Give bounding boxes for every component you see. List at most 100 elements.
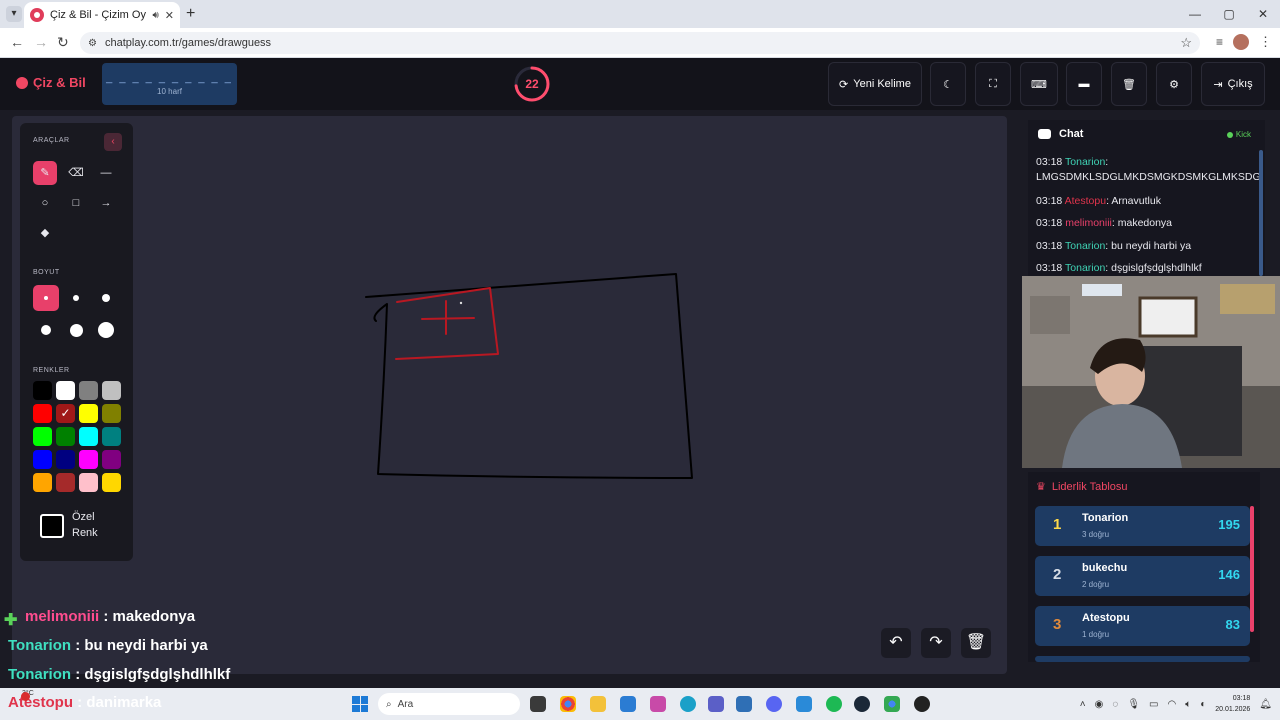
size-option-5[interactable] — [63, 317, 89, 343]
size-option-6[interactable] — [93, 317, 119, 343]
url-text[interactable]: chatplay.com.tr/games/drawguess — [105, 37, 1172, 49]
discord-icon[interactable] — [766, 696, 782, 712]
custom-color-label-2: Renk — [72, 527, 98, 539]
forward-button[interactable]: → — [34, 34, 48, 50]
color-swatch[interactable] — [56, 427, 75, 446]
steam-icon[interactable] — [854, 696, 870, 712]
settings-button[interactable]: ⚙ — [1156, 62, 1192, 106]
reading-list-icon[interactable]: ≡ — [1216, 35, 1223, 49]
size-dot — [41, 325, 51, 335]
volume-icon[interactable]: 🔈︎ — [1185, 699, 1191, 710]
tools-section-title: ARAÇLAR — [33, 137, 70, 144]
tab-close-icon[interactable]: ✕ — [165, 9, 174, 22]
color-swatch[interactable] — [79, 473, 98, 492]
undo-button[interactable]: ↶ — [881, 628, 911, 658]
color-swatch[interactable] — [79, 450, 98, 469]
maximize-button[interactable]: ▢ — [1212, 0, 1246, 28]
color-swatch[interactable] — [102, 473, 121, 492]
site-info-icon[interactable]: ⚙ — [88, 38, 97, 49]
arrow-tool[interactable]: → — [94, 191, 118, 215]
color-swatch[interactable] — [33, 473, 52, 492]
spotify-icon[interactable] — [826, 696, 842, 712]
chrome-icon[interactable] — [560, 696, 576, 712]
color-swatch[interactable] — [102, 404, 121, 423]
color-swatch[interactable] — [33, 427, 52, 446]
size-dot — [73, 295, 79, 301]
leaderboard-scrollbar[interactable] — [1250, 506, 1254, 632]
chevron-up-icon[interactable]: ˄ — [1080, 699, 1086, 710]
tray-app-icon-2[interactable]: ◌ — [1112, 699, 1118, 710]
drawing-canvas[interactable] — [12, 116, 1007, 674]
archive-button[interactable]: ▬ — [1066, 62, 1102, 106]
fill-tool[interactable]: ◆ — [33, 221, 57, 245]
notifications-icon[interactable]: 🔔︎ — [1259, 699, 1272, 710]
chat-scrollbar[interactable] — [1259, 150, 1263, 276]
tab-list-button[interactable]: ▾ — [6, 6, 22, 22]
task-view-icon[interactable] — [530, 696, 546, 712]
browser-menu-icon[interactable]: ⋮ — [1259, 34, 1272, 50]
microphone-icon[interactable]: 🎙︎ — [1127, 699, 1140, 710]
circle-tool[interactable]: ○ — [33, 191, 57, 215]
size-option-3[interactable] — [93, 285, 119, 311]
bookmark-star-icon[interactable]: ☆ — [1180, 35, 1192, 51]
color-swatch[interactable] — [33, 450, 52, 469]
exit-button[interactable]: ⇥ Çıkış — [1201, 62, 1265, 106]
start-button[interactable] — [352, 696, 368, 712]
profile-avatar[interactable] — [1233, 34, 1249, 50]
teams-icon[interactable] — [708, 696, 724, 712]
color-swatch[interactable]: ✓ — [56, 404, 75, 423]
canvas-clear-button[interactable]: 🗑︎ — [961, 628, 991, 658]
clock[interactable]: 03:18 20.01.2026 — [1215, 693, 1250, 715]
color-swatch[interactable] — [56, 450, 75, 469]
monitor-icon[interactable] — [796, 696, 812, 712]
reload-button[interactable]: ↻ — [57, 34, 69, 51]
rectangle-tool[interactable]: □ — [64, 191, 88, 215]
color-swatch[interactable] — [102, 450, 121, 469]
colors-section-title: RENKLER — [33, 367, 70, 374]
browser-tab[interactable]: Çiz & Bil - Çizim Oyunu 🔊︎ ✕ — [24, 2, 180, 28]
color-swatch[interactable] — [79, 427, 98, 446]
window-close-button[interactable]: ✕ — [1246, 0, 1280, 28]
eraser-tool[interactable]: ⌫ — [64, 161, 88, 185]
color-swatch[interactable] — [79, 381, 98, 400]
color-swatch[interactable] — [33, 404, 52, 423]
new-word-button[interactable]: ⟳ Yeni Kelime — [828, 62, 922, 106]
new-tab-button[interactable]: + — [186, 5, 195, 23]
redo-button[interactable]: ↷ — [921, 628, 951, 658]
brush-tool[interactable]: ✎ — [33, 161, 57, 185]
custom-color-swatch[interactable] — [40, 514, 64, 538]
app-icon[interactable] — [736, 696, 752, 712]
color-swatch[interactable] — [56, 473, 75, 492]
omnibox[interactable]: ⚙ chatplay.com.tr/games/drawguess ☆ — [80, 32, 1200, 54]
color-swatch[interactable] — [56, 381, 75, 400]
back-button[interactable]: ← — [10, 34, 24, 50]
line-tool[interactable]: — — [94, 161, 118, 185]
collapse-panel-button[interactable]: ‹ — [104, 133, 122, 151]
color-swatch[interactable] — [102, 381, 121, 400]
keyboard-button[interactable]: ⌨ — [1020, 62, 1058, 106]
chrome-active-icon[interactable] — [884, 696, 900, 712]
edge-icon[interactable] — [680, 696, 696, 712]
copilot-icon[interactable] — [650, 696, 666, 712]
color-swatch[interactable] — [79, 404, 98, 423]
battery-icon[interactable]: ▭ — [1149, 699, 1158, 710]
brush-icon: ✎ — [40, 167, 50, 179]
taskbar-search[interactable]: ⌕ Ara — [378, 693, 520, 715]
size-option-1[interactable] — [33, 285, 59, 311]
speaker-icon[interactable]: 🔊︎ — [152, 10, 158, 21]
size-option-4[interactable] — [33, 317, 59, 343]
file-explorer-icon[interactable] — [590, 696, 606, 712]
tray-icon-3[interactable]: ◐ — [1200, 699, 1206, 710]
dark-mode-button[interactable]: ☾ — [930, 62, 966, 106]
color-swatch[interactable] — [33, 381, 52, 400]
tray-app-icon[interactable]: ◉ — [1095, 699, 1104, 710]
clear-button[interactable]: 🗑︎ — [1111, 62, 1147, 106]
minimize-button[interactable]: — — [1178, 0, 1212, 28]
fullscreen-button[interactable]: ⛶ — [975, 62, 1011, 106]
circle-icon: ○ — [41, 197, 49, 209]
size-option-2[interactable] — [63, 285, 89, 311]
color-swatch[interactable] — [102, 427, 121, 446]
store-icon[interactable] — [620, 696, 636, 712]
obs-icon[interactable] — [914, 696, 930, 712]
wifi-icon[interactable]: ◠ — [1167, 699, 1176, 710]
